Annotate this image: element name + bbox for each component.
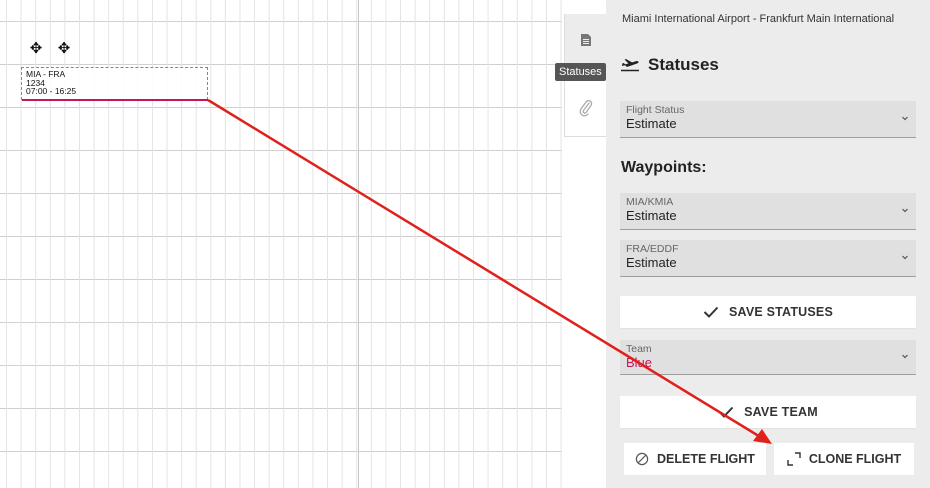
team-label: Team [626, 343, 652, 355]
side-tabs [564, 14, 607, 488]
check-icon [703, 306, 719, 318]
grid-divider [358, 0, 359, 488]
waypoint-select-mia[interactable]: MIA/KMIA Estimate [620, 193, 916, 230]
plane-takeoff-icon [621, 59, 639, 72]
clone-flight-label: CLONE FLIGHT [808, 452, 902, 466]
flight-bar[interactable] [22, 99, 208, 101]
flight-details-panel: Miami International Airport - Frankfurt … [606, 0, 930, 488]
schedule-grid[interactable]: ✥ ✥ MIA - FRA 1234 07:00 - 16:25 [0, 0, 562, 488]
chevron-down-icon [902, 116, 908, 121]
flight-time: 07:00 - 16:25 [26, 86, 77, 97]
waypoint-label: MIA/KMIA [626, 196, 674, 208]
block-icon [635, 452, 649, 466]
chevron-down-icon [902, 354, 908, 359]
save-team-label: SAVE TEAM [744, 405, 818, 419]
waypoint-label: FRA/EDDF [626, 243, 679, 255]
statuses-title: Statuses [648, 55, 719, 74]
waypoint-value: Estimate [626, 255, 677, 270]
move-icon[interactable]: ✥ [28, 40, 44, 56]
waypoints-heading: Waypoints: [621, 159, 707, 176]
waypoint-select-fra[interactable]: FRA/EDDF Estimate [620, 240, 916, 277]
team-select[interactable]: Team Blue [620, 340, 916, 375]
chevron-down-icon [902, 255, 908, 260]
clone-flight-button[interactable]: CLONE FLIGHT [774, 443, 914, 475]
expand-icon [787, 452, 801, 466]
flight-status-label: Flight Status [626, 104, 685, 116]
check-icon [718, 406, 734, 418]
flight-status-select[interactable]: Flight Status Estimate [620, 101, 916, 138]
document-icon [581, 34, 591, 46]
statuses-heading: Statuses [620, 55, 719, 75]
flight-route: MIA - FRA [26, 69, 66, 79]
statuses-tooltip: Statuses [555, 63, 606, 81]
chevron-down-icon [902, 208, 908, 213]
route-title: Miami International Airport - Frankfurt … [622, 13, 895, 25]
save-statuses-button[interactable]: SAVE STATUSES [620, 296, 916, 328]
tab-attachments[interactable] [564, 80, 607, 137]
save-statuses-label: SAVE STATUSES [728, 305, 833, 319]
delete-flight-button[interactable]: DELETE FLIGHT [624, 443, 766, 475]
flight-block[interactable]: MIA - FRA 1234 07:00 - 16:25 [21, 67, 208, 100]
waypoint-value: Estimate [626, 208, 677, 223]
flight-status-value: Estimate [626, 116, 677, 131]
save-team-button[interactable]: SAVE TEAM [620, 396, 916, 428]
move-icon[interactable]: ✥ [56, 40, 72, 56]
team-value: Blue [626, 355, 653, 370]
tab-statuses[interactable] [564, 14, 607, 66]
paperclip-icon [579, 100, 593, 117]
delete-flight-label: DELETE FLIGHT [657, 452, 755, 466]
